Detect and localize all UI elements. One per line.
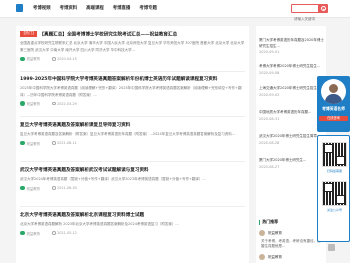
sidebar-item[interactable]: 武汉大学2020年博士研究生招生简章... 2020-08-28: [259, 134, 325, 146]
divider: [20, 116, 245, 117]
consult-widget[interactable]: 考博英语名师 在线咨询: [317, 76, 350, 132]
avatar: [259, 254, 265, 260]
article-list: 【热门】 【真题汇总】全国考博博士学校研究生院考试汇总——祝益教育汇总 全国各重点…: [16, 26, 249, 263]
article-title[interactable]: 复旦大学考博英语真题及答案解析课复旦导师复习资料: [20, 122, 245, 129]
list-item[interactable]: 北京大学考博英语真题及答案解析北京课程复习资料博士试题 北京大学考博英语真题解析…: [20, 212, 245, 236]
qr-label: 扫码加客服: [326, 169, 342, 173]
hot-section-title: 热门推荐: [259, 219, 278, 225]
list-item[interactable]: 【热门】 【真题汇总】全国考博博士学校研究生院考试汇总——祝益教育汇总 全国各重点…: [20, 31, 245, 61]
article-meta: 祝益教育 2021-06-30: [20, 185, 245, 191]
nav-item-videos[interactable]: 考博视频: [33, 5, 51, 11]
clock-icon: [52, 186, 56, 190]
list-item[interactable]: 1999-2025年中国科学院大学考博英语真题答案解析年份机博士英语历年试题解读…: [20, 76, 245, 106]
sidebar-item-date: 2020-08-27: [259, 164, 280, 169]
article-summary: 复旦大学考博英语真题及答案解析（附答案）复旦大学考博英语历年真题（附答案）...…: [20, 132, 236, 136]
user-name: 祝益教育: [268, 254, 282, 259]
sidebar-item-title[interactable]: 武汉大学2020年博士研究生招生简章...: [259, 134, 325, 140]
article-summary: 2025年中国科学院大学考博英语真题（阅读理解+完形+翻译）2025年中国科学院…: [20, 86, 242, 97]
search-icon[interactable]: [318, 5, 327, 12]
site-logo[interactable]: [16, 4, 23, 12]
search-box: [291, 4, 328, 23]
article-summary: 北京大学考博英语真题解析 2023年北京大学考博英语真题答案解析及2024考博英…: [20, 222, 179, 226]
author-avatar: [20, 101, 25, 106]
sidebar-item-date: 2020-08-31: [259, 116, 280, 121]
article-meta: 祝益教育 2022-03-29: [20, 101, 245, 106]
sidebar-item[interactable]: 厦门大学考博英语历年真题及2020年博士研究生招生... 2020-09-01: [259, 38, 325, 56]
qr-widget: 扫码加客服 关注公众号: [317, 135, 350, 242]
author-avatar: [20, 56, 25, 61]
nav-item-materials[interactable]: 考博资料: [60, 5, 78, 11]
main-nav: 考博视频 考博资料 高端课程 考博直播 考博专题: [33, 5, 157, 11]
publish-date: 2022-03-29: [57, 101, 77, 106]
clock-icon: [52, 57, 56, 61]
consult-button[interactable]: 在线咨询: [319, 116, 348, 121]
divider: [20, 71, 245, 72]
top-nav-bar: 考博视频 考博资料 高端课程 考博直播 考博专题: [0, 0, 350, 23]
user-card[interactable]: 祝益教育: [259, 254, 282, 260]
author-name: 祝益教育: [26, 186, 41, 191]
clock-icon: [52, 231, 56, 235]
sidebar: 厦门大学考博英语历年真题及2020年博士研究生招生... 2020-09-01 …: [256, 26, 326, 263]
sidebar-item-date: 2020-09-08: [259, 70, 280, 75]
nav-item-topics[interactable]: 考博专题: [139, 5, 157, 11]
sidebar-item[interactable]: 中国地质大学考博英语历年真题... 2020-08-31: [259, 110, 325, 122]
article-summary: 全国各重点学校研究生院联系汇总 北京大学 清华大学 中国人民大学 北京师范大学 …: [20, 41, 245, 52]
clock-icon: [52, 141, 56, 145]
list-item[interactable]: 武汉大学考博英语真题及答案解析武汉考试试题解读与复习资料 武汉大学2024年考博…: [20, 167, 245, 191]
sidebar-item-date: 2020-09-01: [259, 50, 280, 54]
sidebar-item[interactable]: 上海交通大学2020年博士研究生招生... 2020-09-02: [259, 86, 325, 98]
qr-code-icon: [322, 181, 347, 206]
search-input[interactable]: [292, 15, 318, 23]
qr-code-icon: [322, 142, 347, 167]
user-name: 祝益教育: [268, 230, 282, 235]
author-name: 祝益教育: [26, 141, 41, 146]
author-name: 祝益教育: [26, 231, 41, 236]
sidebar-item-title[interactable]: 厦门大学2020年博士研究生...: [259, 158, 325, 164]
author-name: 祝益教育: [26, 57, 41, 62]
article-meta: 祝益教育 2021-05-12: [20, 230, 245, 236]
article-summary: 武汉大学2024年考博英语真题（暂缺+分值+写作+翻译）武汉大学2023年考博英…: [20, 177, 206, 181]
sidebar-item[interactable]: 厦门大学2020年博士研究生... 2020-08-27: [259, 158, 325, 170]
article-title[interactable]: 武汉大学考博英语真题及答案解析武汉考试试题解读与复习资料: [20, 167, 245, 174]
publish-date: 2021-06-30: [57, 186, 77, 190]
publish-date: 2020-04-15: [57, 56, 77, 61]
sidebar-item-title[interactable]: 考博大学考博2020年博士研究生招生...: [259, 64, 325, 70]
divider: [20, 206, 245, 207]
nav-item-live[interactable]: 考博直播: [113, 5, 131, 11]
sidebar-item-title[interactable]: 厦门大学考博英语历年真题及2020年博士研究生招生...: [259, 38, 325, 49]
article-meta: 祝益教育 2020-04-15: [20, 56, 245, 61]
publish-date: 2021-08-11: [57, 141, 77, 145]
avatar: [259, 230, 265, 236]
author-name: 祝益教育: [26, 102, 41, 106]
author-avatar: [20, 230, 25, 236]
article-meta: 祝益教育 2021-08-11: [20, 140, 245, 146]
user-card[interactable]: 祝益教育: [259, 230, 282, 236]
sidebar-item-title[interactable]: 上海交通大学2020年博士研究生招生...: [259, 86, 325, 92]
hot-badge: 【热门】: [20, 31, 38, 37]
sidebar-item[interactable]: 考博大学考博2020年博士研究生招生... 2020-09-08: [259, 64, 325, 76]
user-comment: 关于考博，考英语，考研没有捷径，把握住真题就是...: [261, 239, 321, 248]
divider: [20, 161, 245, 162]
qr-label: 关注公众号: [326, 208, 342, 212]
sidebar-item-date: 2020-09-02: [259, 92, 280, 97]
publish-date: 2021-05-12: [57, 231, 77, 235]
nav-item-courses[interactable]: 高端课程: [86, 5, 104, 11]
teacher-avatar: [321, 79, 346, 104]
clock-icon: [52, 101, 56, 106]
author-avatar: [20, 185, 25, 191]
list-item[interactable]: 复旦大学考博英语真题及答案解析课复旦导师复习资料 复旦大学考博英语真题及答案解析…: [20, 122, 245, 146]
article-title[interactable]: 【热门】 【真题汇总】全国考博博士学校研究生院考试汇总——祝益教育汇总: [20, 31, 245, 38]
back-to-top-icon[interactable]: [328, 244, 335, 251]
sidebar-item-title[interactable]: 中国地质大学考博英语历年真题...: [259, 110, 325, 116]
consult-title: 考博英语名师: [322, 106, 345, 111]
article-title[interactable]: 1999-2025年中国科学院大学考博英语真题答案解析年份机博士英语历年试题解读…: [20, 76, 245, 83]
sidebar-item-date: 2020-08-28: [259, 140, 280, 145]
author-avatar: [20, 140, 25, 146]
article-title[interactable]: 北京大学考博英语真题及答案解析北京课程复习资料博士试题: [20, 212, 245, 219]
